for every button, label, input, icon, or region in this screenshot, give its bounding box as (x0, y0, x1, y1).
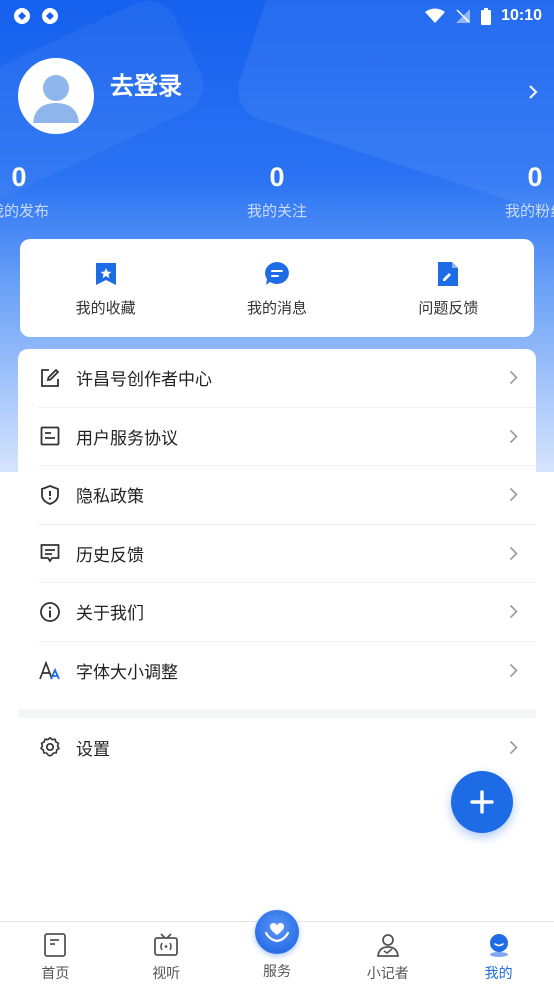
menu-item-label: 隐私政策 (76, 487, 144, 507)
document-icon (40, 426, 60, 446)
menu-item-label: 许昌号创作者中心 (76, 370, 212, 390)
feedback-doc-icon (438, 262, 459, 286)
tab-home[interactable]: 首页 (0, 922, 111, 986)
menu-item-creator-center[interactable]: 许昌号创作者中心 (38, 349, 536, 408)
plus-icon (470, 790, 494, 814)
home-doc-icon (44, 933, 67, 957)
chevron-right-icon (509, 740, 518, 754)
add-floating-button[interactable] (451, 771, 513, 833)
no-signal-icon (456, 9, 471, 23)
menu-item-settings[interactable]: 设置 (38, 718, 536, 777)
reporter-icon (376, 934, 399, 957)
menu-item-font-size[interactable]: 字体大小调整 (38, 642, 536, 701)
menu-item-about-us[interactable]: 关于我们 (38, 583, 536, 642)
menu-item-label: 用户服务协议 (76, 428, 178, 448)
tab-label: 视听 (152, 965, 181, 981)
stat-value: 0 (527, 162, 543, 192)
battery-icon (481, 7, 492, 25)
app-notification-icon (14, 8, 30, 24)
quick-actions-card: 我的收藏 我的消息 问题反馈 (20, 239, 534, 337)
font-size-icon (39, 660, 60, 680)
stat-value: 0 (11, 162, 27, 192)
status-bar: 10:10 (0, 0, 554, 32)
app-notification-icon (42, 8, 58, 24)
comment-lines-icon (40, 544, 60, 563)
quick-action-label: 问题反馈 (418, 300, 479, 317)
stat-followers[interactable]: 0 我的粉丝 (406, 158, 554, 221)
settings-section: 设置 (18, 718, 536, 777)
menu-item-label: 历史反馈 (76, 545, 144, 565)
quick-action-label: 我的消息 (246, 300, 307, 317)
stat-label: 我的粉丝 (504, 203, 554, 220)
services-bubble (254, 910, 299, 954)
menu-list: 许昌号创作者中心 用户服务协议 隐私政策 历史反馈 关于我们 字体大小调整 (18, 349, 536, 709)
info-icon (40, 601, 60, 622)
tab-label: 小记者 (366, 965, 409, 981)
gear-icon (40, 737, 60, 757)
menu-item-service-agreement[interactable]: 用户服务协议 (38, 408, 536, 466)
tab-me[interactable]: 我的 (443, 922, 554, 986)
wifi-icon (425, 8, 446, 23)
tab-label: 首页 (41, 965, 70, 981)
avatar[interactable] (18, 58, 94, 134)
quick-action-label: 我的收藏 (75, 300, 136, 317)
stat-posts[interactable]: 0 我的发布 (0, 158, 148, 221)
chevron-right-icon (509, 488, 518, 502)
me-icon (489, 934, 508, 957)
message-bubble-icon (265, 262, 289, 285)
menu-item-feedback-history[interactable]: 历史反馈 (38, 525, 536, 583)
tab-label: 我的 (484, 965, 513, 981)
chevron-right-icon (509, 546, 518, 560)
chevron-right-icon (509, 605, 518, 619)
default-avatar-icon (21, 61, 91, 131)
bottom-tab-bar: 首页 视听 服务 小记者 我的 (0, 910, 554, 986)
stat-following[interactable]: 0 我的关注 (148, 158, 406, 221)
heart-hands-icon (264, 923, 290, 943)
status-time: 10:10 (501, 7, 542, 24)
menu-item-label: 字体大小调整 (76, 663, 178, 683)
star-bookmark-icon (95, 263, 116, 285)
tv-icon (154, 933, 179, 956)
menu-item-label: 关于我们 (76, 604, 144, 624)
chevron-right-icon (509, 371, 518, 385)
chevron-right-icon (509, 429, 518, 443)
stats-row: 0 我的发布 0 我的关注 0 我的粉丝 (0, 158, 554, 221)
chevron-right-icon (509, 664, 518, 678)
tab-label: 服务 (262, 963, 291, 979)
quick-action-messages[interactable]: 我的消息 (191, 239, 362, 337)
stat-label: 我的发布 (0, 203, 49, 220)
chevron-right-icon[interactable] (528, 84, 538, 100)
menu-item-privacy-policy[interactable]: 隐私政策 (38, 466, 536, 525)
section-divider (18, 709, 536, 718)
edit-square-icon (41, 368, 60, 387)
tab-services[interactable]: 服务 (222, 910, 333, 986)
login-link[interactable]: 去登录 (110, 66, 182, 101)
stat-value: 0 (269, 162, 285, 192)
tab-av[interactable]: 视听 (111, 922, 222, 986)
tab-reporter[interactable]: 小记者 (332, 922, 443, 986)
stat-label: 我的关注 (246, 203, 307, 220)
quick-action-feedback[interactable]: 问题反馈 (363, 239, 534, 337)
quick-action-favorites[interactable]: 我的收藏 (20, 239, 191, 337)
shield-icon (41, 484, 59, 505)
menu-item-label: 设置 (76, 739, 110, 759)
